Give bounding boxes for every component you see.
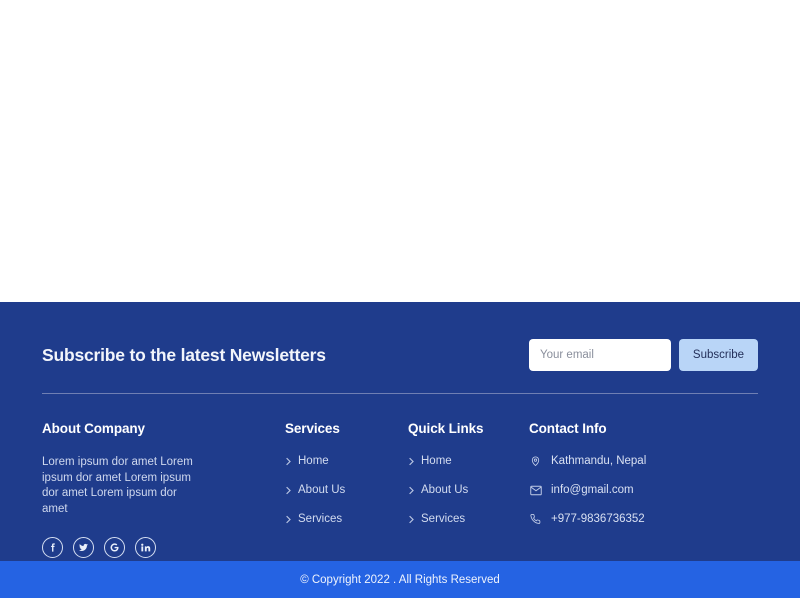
chevron-right-icon bbox=[286, 486, 291, 494]
contact-label: Kathmandu, Nepal bbox=[551, 455, 647, 467]
site-footer: Subscribe to the latest Newsletters Subs… bbox=[0, 302, 800, 561]
contact-info-heading: Contact Info bbox=[529, 421, 607, 436]
footer-container: Subscribe to the latest Newsletters Subs… bbox=[42, 302, 758, 558]
facebook-icon[interactable] bbox=[42, 537, 63, 558]
quick-link-about-us[interactable]: About Us bbox=[408, 484, 529, 496]
chevron-right-icon bbox=[409, 486, 414, 494]
services-link-home[interactable]: Home bbox=[285, 455, 408, 467]
about-company-text: Lorem ipsum dor amet Lorem ipsum dor ame… bbox=[42, 456, 193, 515]
social-links bbox=[42, 537, 285, 558]
envelope-icon bbox=[529, 485, 542, 496]
chevron-right-icon bbox=[409, 457, 414, 465]
copyright-text: © Copyright 2022 . All Rights Reserved bbox=[300, 573, 500, 586]
newsletter-heading: Subscribe to the latest Newsletters bbox=[42, 344, 326, 365]
contact-phone: +977-9836736352 bbox=[529, 513, 758, 525]
quick-link-home[interactable]: Home bbox=[408, 455, 529, 467]
contact-address: Kathmandu, Nepal bbox=[529, 455, 758, 467]
link-label: Home bbox=[298, 455, 329, 467]
quick-links-list: Home About Us Services bbox=[408, 455, 529, 525]
chevron-right-icon bbox=[286, 457, 291, 465]
chevron-right-icon bbox=[409, 515, 414, 523]
subscribe-form: Subscribe bbox=[529, 339, 758, 371]
page-content-area bbox=[0, 0, 800, 302]
services-link-about-us[interactable]: About Us bbox=[285, 484, 408, 496]
services-link-services[interactable]: Services bbox=[285, 513, 408, 525]
copyright-bar: © Copyright 2022 . All Rights Reserved bbox=[0, 561, 800, 598]
email-input[interactable] bbox=[529, 339, 671, 371]
contact-label: info@gmail.com bbox=[551, 484, 634, 496]
footer-column-about: About Company Lorem ipsum dor amet Lorem… bbox=[42, 421, 285, 558]
footer-column-quick-links: Quick Links Home About Us Services bbox=[408, 421, 529, 558]
chevron-right-icon bbox=[286, 515, 291, 523]
google-icon[interactable] bbox=[104, 537, 125, 558]
twitter-icon[interactable] bbox=[73, 537, 94, 558]
services-heading: Services bbox=[285, 421, 340, 436]
linkedin-icon[interactable] bbox=[135, 537, 156, 558]
quick-link-services[interactable]: Services bbox=[408, 513, 529, 525]
contact-email: info@gmail.com bbox=[529, 484, 758, 496]
contact-info-list: Kathmandu, Nepal info@gmail.com +977-983… bbox=[529, 455, 758, 525]
phone-icon bbox=[529, 513, 542, 525]
quick-links-heading: Quick Links bbox=[408, 421, 484, 436]
link-label: About Us bbox=[421, 484, 469, 496]
footer-column-contact: Contact Info Kathmandu, Nepal info@gmail… bbox=[529, 421, 758, 558]
services-link-list: Home About Us Services bbox=[285, 455, 408, 525]
contact-label: +977-9836736352 bbox=[551, 513, 645, 525]
footer-columns: About Company Lorem ipsum dor amet Lorem… bbox=[42, 421, 758, 558]
newsletter-section: Subscribe to the latest Newsletters Subs… bbox=[42, 338, 758, 372]
footer-column-services: Services Home About Us Services bbox=[285, 421, 408, 558]
link-label: Home bbox=[421, 455, 452, 467]
link-label: Services bbox=[421, 513, 466, 525]
link-label: Services bbox=[298, 513, 343, 525]
subscribe-button[interactable]: Subscribe bbox=[679, 339, 758, 371]
link-label: About Us bbox=[298, 484, 346, 496]
footer-divider bbox=[42, 393, 758, 394]
map-pin-icon bbox=[529, 455, 542, 467]
about-company-heading: About Company bbox=[42, 421, 145, 436]
